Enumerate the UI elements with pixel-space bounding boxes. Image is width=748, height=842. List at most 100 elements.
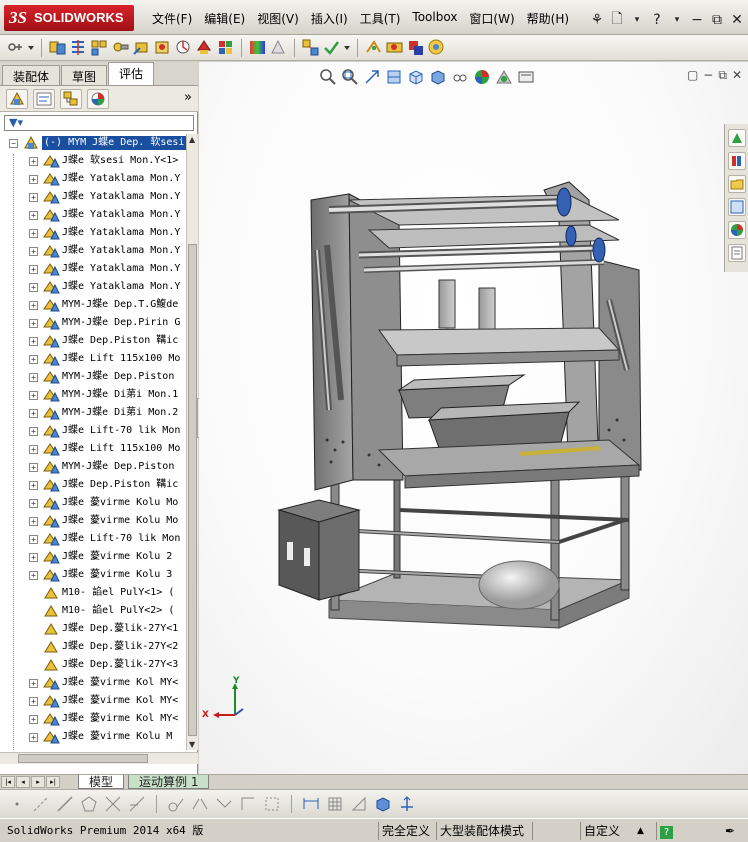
assembly-features-icon[interactable] [174,38,193,57]
reference-geometry-icon[interactable] [195,38,214,57]
tab-evaluate[interactable]: 评估 [108,62,155,85]
tree-horizontal-scrollbar[interactable] [0,752,198,764]
custom-properties-icon[interactable] [728,244,746,262]
tree-item[interactable]: J蝶e Dep.薆lik-27Y<1 [0,620,186,638]
render-icon[interactable] [406,38,425,57]
view-palette-icon[interactable] [728,198,746,216]
expand-icon[interactable]: + [29,697,38,706]
menu-toolbox[interactable]: Toolbox [406,8,463,29]
grid-icon[interactable] [326,795,344,813]
large-design-review-icon[interactable] [385,38,404,57]
trim-icon[interactable] [104,795,122,813]
restore-icon[interactable]: ⧉ [710,12,724,28]
tree-item[interactable]: + MYM-J蝶e Dep.Piston [0,458,186,476]
units-selector[interactable]: 自定义 [580,822,623,840]
appearances-scenes-icon[interactable] [728,221,746,239]
tree-item[interactable]: + J蝶e Lift-70 lik Mon [0,422,186,440]
scroll-down-icon[interactable]: ▼ [189,740,197,749]
expand-icon[interactable]: + [29,499,38,508]
tree-item[interactable]: + J蝶e Lift 115x100 Mo [0,440,186,458]
scrollbar-thumb[interactable] [188,244,197,736]
new-motion-study-icon[interactable] [216,38,235,57]
edit-appearance-icon[interactable] [473,68,491,86]
zoom-to-fit-icon[interactable] [319,68,337,86]
expand-icon[interactable]: + [29,571,38,580]
expand-icon[interactable]: + [29,535,38,544]
3d-sketch-icon[interactable] [374,795,392,813]
tree-item[interactable]: + J蝶e Yataklama Mon.Y [0,242,186,260]
expand-icon[interactable]: + [29,733,38,742]
dropdown-arrow-icon[interactable] [27,38,35,57]
restore-icon[interactable]: ⧉ [718,68,727,83]
view-settings-icon[interactable] [517,68,535,86]
expand-icon[interactable]: + [29,211,38,220]
previous-view-icon[interactable] [363,68,381,86]
tree-item[interactable]: + J蝶e Dep.Piston 鞲ic [0,476,186,494]
tree-item[interactable]: + J蝶e 薆virme Kolu M [0,728,186,746]
expand-icon[interactable]: + [29,301,38,310]
filter-field[interactable]: ▼▾ [4,115,194,131]
property-manager-icon[interactable] [33,88,55,109]
view-orientation-icon[interactable] [407,68,425,86]
scrollbar-thumb[interactable] [18,754,148,763]
explode-view-icon[interactable] [301,38,320,57]
expand-icon[interactable]: + [29,391,38,400]
expand-icon[interactable]: + [29,193,38,202]
expand-icon[interactable]: + [29,337,38,346]
point-icon[interactable] [8,795,26,813]
tree-item[interactable]: + J蝶e Yataklama Mon.Y [0,170,186,188]
tree-item[interactable]: J蝶e Dep.薆lik-27Y<2 [0,638,186,656]
expand-icon[interactable]: + [29,463,38,472]
expand-icon[interactable]: + [29,715,38,724]
tree-item[interactable]: + J蝶e 薆virme Kolu Mo [0,512,186,530]
close-icon[interactable]: ✕ [732,68,742,83]
fillet-icon[interactable] [215,795,233,813]
tree-item[interactable]: + J蝶e Yataklama Mon.Y [0,224,186,242]
tree-item[interactable]: + MYM-J蝶e Dep.Pirin G [0,314,186,332]
tab-model[interactable]: 模型 [78,774,125,789]
design-library-icon[interactable] [728,152,746,170]
tree-root-assembly[interactable]: − (-) MYM J蝶e Dep. 软sesi [0,134,186,152]
scene-icon[interactable] [269,38,288,57]
tree-item[interactable]: + MYM-J蝶e Di苐i Mon.2 [0,404,186,422]
tab-sketch[interactable]: 草图 [61,65,108,85]
expand-icon[interactable]: + [29,427,38,436]
menu-view[interactable]: 视图(V) [251,8,305,29]
centerline-icon[interactable] [32,795,50,813]
expand-icon[interactable]: + [29,409,38,418]
tab-assembly[interactable]: 装配体 [2,65,61,85]
solidworks-logo[interactable]: 3S SOLIDWORKS [4,5,134,31]
line-icon[interactable] [56,795,74,813]
smart-fasteners-icon[interactable] [111,38,130,57]
pin-icon[interactable]: ⚘ [590,12,604,28]
tree-item[interactable]: + MYM-J蝶e Dep.T.G鰒de [0,296,186,314]
expand-icon[interactable]: + [29,373,38,382]
first-tab-icon[interactable]: |◂ [1,775,15,788]
mate-icon[interactable] [69,38,88,57]
mirror-entities-icon[interactable] [191,795,209,813]
tree-item[interactable]: + J蝶e 软sesi Mon.Y<1> [0,152,186,170]
show-hidden-icon[interactable] [153,38,172,57]
tree-item[interactable]: + J蝶e 薆virme Kolu Mo [0,494,186,512]
menu-insert[interactable]: 插入(I) [305,8,354,29]
tree-item[interactable]: + J蝶e 薆virme Kolu 2 [0,548,186,566]
dropdown-arrow-icon[interactable]: ▾ [670,15,684,25]
expand-icon[interactable]: + [29,445,38,454]
tree-item[interactable]: M10- 諂el PulY<1> ( [0,584,186,602]
collapse-icon[interactable]: − [9,139,18,148]
tree-item[interactable]: + MYM-J蝶e Di苐i Mon.1 [0,386,186,404]
split-view-icon[interactable]: ▢ [687,68,698,83]
last-tab-icon[interactable]: ▸| [46,775,60,788]
relations-icon[interactable] [350,795,368,813]
tree-item[interactable]: M10- 諂el PulY<2> ( [0,602,186,620]
help-icon[interactable]: ? [650,12,664,28]
minimize-icon[interactable]: − [690,12,704,28]
smart-dimension-icon[interactable] [302,795,320,813]
tree-item[interactable]: + J蝶e 薆virme Kolu 3 [0,566,186,584]
tree-item[interactable]: + J蝶e Lift-70 lik Mon [0,530,186,548]
configuration-manager-icon[interactable] [60,88,82,109]
expand-icon[interactable]: + [29,229,38,238]
tree-item[interactable]: + J蝶e Yataklama Mon.Y [0,260,186,278]
tree-item[interactable]: + J蝶e Yataklama Mon.Y [0,278,186,296]
file-explorer-icon[interactable] [728,175,746,193]
